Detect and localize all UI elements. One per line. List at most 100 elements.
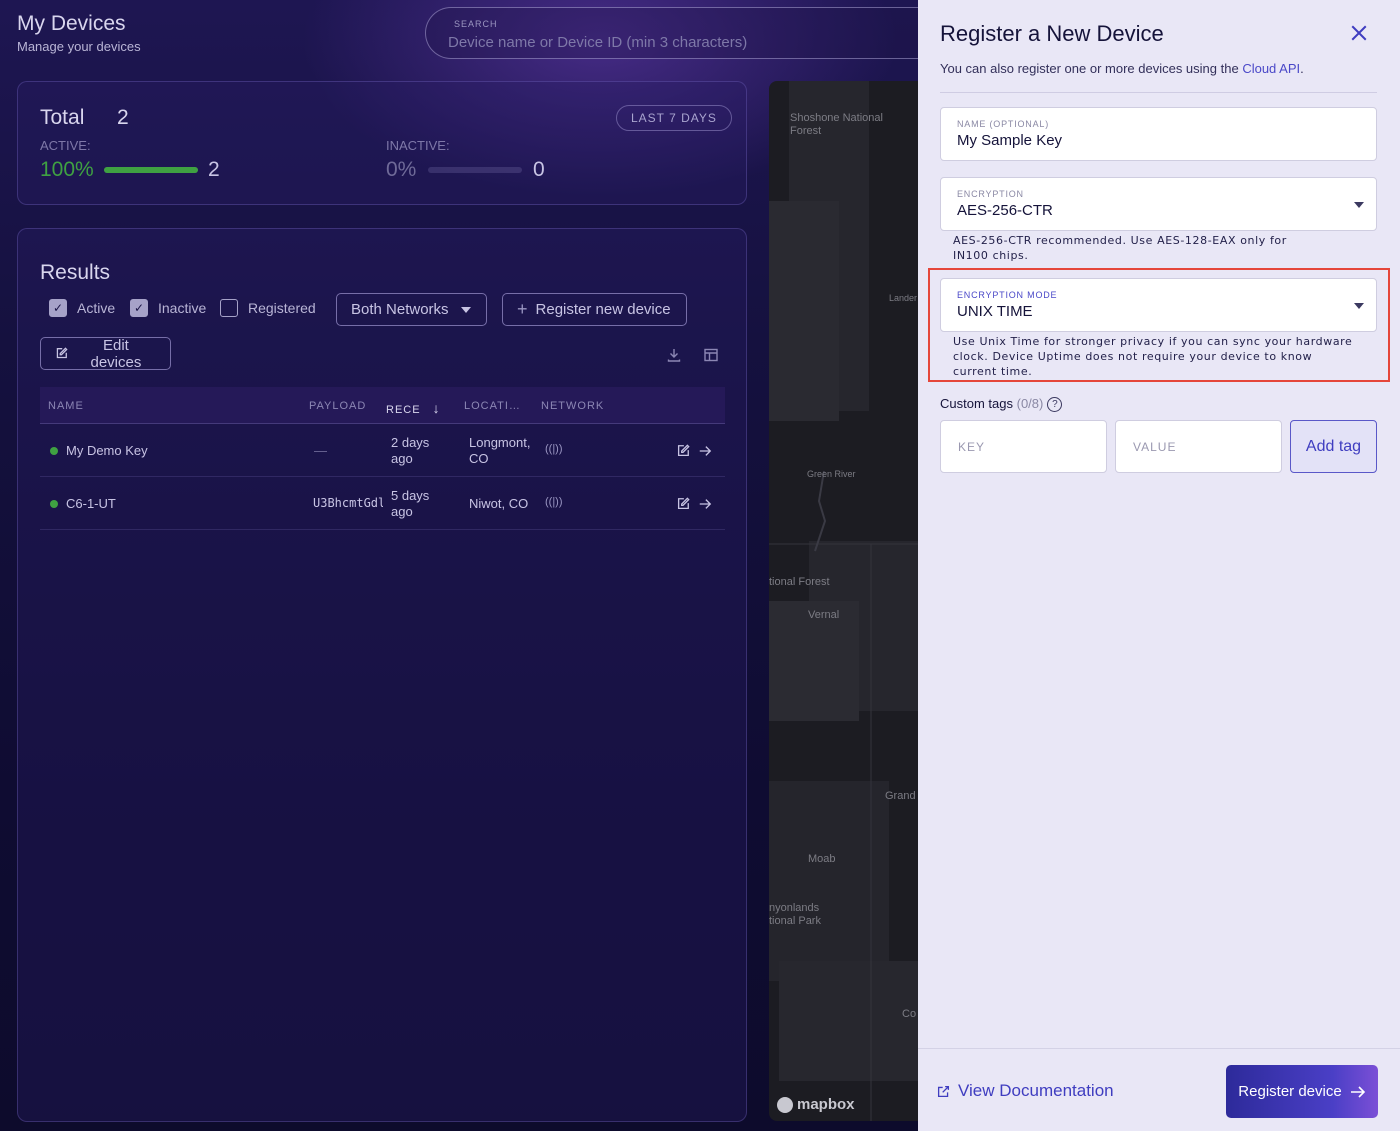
page-subtitle: Manage your devices xyxy=(17,39,141,54)
device-received: 2 days ago xyxy=(391,435,430,466)
page-title: My Devices xyxy=(17,12,126,35)
panel-subtitle-suffix: . xyxy=(1300,61,1304,76)
col-payload[interactable]: PAYLOAD xyxy=(309,400,366,412)
plus-icon: + xyxy=(517,299,528,319)
tag-value-input[interactable] xyxy=(1115,420,1282,473)
search-box[interactable]: SEARCH xyxy=(425,7,918,59)
map-label: Shoshone National Forest xyxy=(790,112,883,137)
custom-tags-text: Custom tags xyxy=(940,396,1013,411)
download-icon[interactable] xyxy=(666,347,682,363)
map-label: tional Forest xyxy=(769,576,830,588)
edit-icon xyxy=(56,347,68,359)
map-label: Co xyxy=(902,1008,917,1020)
register-device-panel: Register a New Device You can also regis… xyxy=(918,0,1400,1131)
panel-subtitle-text: You can also register one or more device… xyxy=(940,61,1243,76)
device-location: Niwot, CO xyxy=(469,496,529,511)
caret-down-icon xyxy=(1354,202,1364,208)
active-bar-fill xyxy=(104,167,198,173)
edit-devices-button[interactable]: Edit devices xyxy=(40,336,171,371)
encryption-mode-help: Use Unix Time for stronger privacy if yo… xyxy=(953,335,1353,378)
filter-active-label: Active xyxy=(77,300,116,316)
close-icon[interactable] xyxy=(1350,24,1368,42)
panel-footer: View Documentation Register device xyxy=(918,1048,1400,1131)
inactive-label: INACTIVE: xyxy=(386,138,450,153)
filter-registered-label: Registered xyxy=(248,300,316,316)
device-name-text: My Demo Key xyxy=(66,443,148,458)
custom-tags-label: Custom tags (0/8)? xyxy=(940,396,1063,413)
filter-inactive-label: Inactive xyxy=(158,300,207,316)
caret-down-icon xyxy=(1354,303,1364,309)
panel-title: Register a New Device xyxy=(940,21,1164,46)
total-count: 2 xyxy=(117,106,129,129)
map-label: nyonlands tional Park xyxy=(769,902,821,927)
status-active-dot xyxy=(50,447,58,455)
panel-subtitle: You can also register one or more device… xyxy=(940,61,1304,76)
encryption-select[interactable]: ENCRYPTION AES-256-CTR xyxy=(940,177,1377,231)
map-label: Grand xyxy=(885,790,916,802)
table-row[interactable]: My Demo Key — 2 days ago Longmont, CO ((… xyxy=(40,424,725,477)
device-name-text: C6-1-UT xyxy=(66,496,116,511)
external-link-icon xyxy=(937,1085,950,1097)
results-title: Results xyxy=(40,261,111,284)
device-received: 5 days ago xyxy=(391,488,430,519)
name-field[interactable]: NAME (OPTIONAL) My Sample Key xyxy=(940,107,1377,161)
map-label: Lander xyxy=(889,293,918,303)
table-row[interactable]: C6-1-UT U3BhcmtGdl 5 days ago Niwot, CO … xyxy=(40,477,725,530)
inactive-bar xyxy=(428,167,522,173)
arrow-right-icon xyxy=(1350,1085,1365,1098)
col-network[interactable]: NETWORK xyxy=(541,400,604,412)
name-field-value[interactable]: My Sample Key xyxy=(957,132,1062,149)
antenna-icon: ((|)) xyxy=(545,496,563,508)
arrow-right-icon[interactable] xyxy=(698,497,712,511)
map-label: Green River xyxy=(807,469,856,479)
filter-registered[interactable]: Registered xyxy=(220,299,316,317)
active-percent: 100% xyxy=(40,158,94,181)
checkbox-checked-icon[interactable]: ✓ xyxy=(130,299,148,317)
register-new-device-button[interactable]: + Register new device xyxy=(502,293,687,326)
register-device-button[interactable]: Register device xyxy=(1226,1065,1378,1118)
register-device-label: Register device xyxy=(1238,1083,1342,1100)
search-input[interactable] xyxy=(448,30,918,54)
devices-app: My Devices Manage your devices SEARCH To… xyxy=(0,0,918,1131)
checkbox-checked-icon[interactable]: ✓ xyxy=(49,299,67,317)
network-select[interactable]: Both Networks xyxy=(336,293,487,326)
encryption-value: AES-256-CTR xyxy=(957,202,1053,219)
col-name[interactable]: NAME xyxy=(48,400,84,412)
edit-devices-label: Edit devices xyxy=(90,336,142,371)
encryption-mode-select[interactable]: ENCRYPTION MODE UNIX TIME xyxy=(940,278,1377,332)
map-label: Moab xyxy=(808,853,836,865)
view-documentation-link[interactable]: View Documentation xyxy=(937,1081,1114,1101)
network-select-label: Both Networks xyxy=(351,301,449,318)
col-location[interactable]: LOCATI… xyxy=(464,400,521,412)
edit-icon[interactable] xyxy=(676,444,690,458)
device-map[interactable]: Shoshone National Forest Lander Green Ri… xyxy=(769,81,918,1121)
add-tag-button[interactable]: Add tag xyxy=(1290,420,1377,473)
summary-card: Total 2 LAST 7 DAYS ACTIVE: 100% 2 INACT… xyxy=(17,81,747,205)
help-circle-icon[interactable]: ? xyxy=(1047,397,1063,413)
col-received-label: RECE xyxy=(386,404,421,416)
filter-active[interactable]: ✓ Active xyxy=(49,299,115,317)
mapbox-attribution[interactable]: mapbox xyxy=(777,1096,855,1113)
search-label: SEARCH xyxy=(454,19,498,29)
checkbox-empty-icon[interactable] xyxy=(220,299,238,317)
devices-table: NAME PAYLOAD RECE ↓ LOCATI… NETWORK My D… xyxy=(40,387,725,530)
edit-icon[interactable] xyxy=(676,497,690,511)
active-count: 2 xyxy=(208,158,220,181)
columns-icon[interactable] xyxy=(703,347,719,363)
register-new-device-label: Register new device xyxy=(535,301,671,318)
device-location: Longmont, CO xyxy=(469,435,531,466)
caret-down-icon xyxy=(460,306,471,313)
view-documentation-label: View Documentation xyxy=(958,1081,1114,1100)
filter-inactive[interactable]: ✓ Inactive xyxy=(130,299,206,317)
range-button[interactable]: LAST 7 DAYS xyxy=(616,105,732,131)
col-received[interactable]: RECE ↓ xyxy=(386,400,441,416)
device-payload: — xyxy=(314,443,327,458)
total-label: Total xyxy=(40,106,85,129)
arrow-right-icon[interactable] xyxy=(698,444,712,458)
active-label: ACTIVE: xyxy=(40,138,91,153)
inactive-percent: 0% xyxy=(386,158,417,181)
mapbox-label: mapbox xyxy=(797,1096,855,1113)
cloud-api-link[interactable]: Cloud API xyxy=(1242,61,1300,76)
status-active-dot xyxy=(50,500,58,508)
tag-key-input[interactable] xyxy=(940,420,1107,473)
